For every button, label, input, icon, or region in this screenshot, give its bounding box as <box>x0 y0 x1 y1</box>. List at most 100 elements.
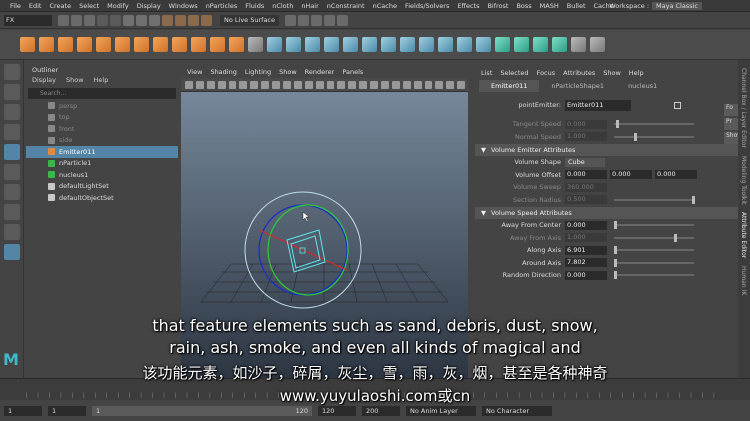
volume-offset-z-field[interactable]: 0.000 <box>655 170 697 180</box>
normal-speed-slider[interactable] <box>614 132 694 141</box>
field-turbulence-icon[interactable] <box>438 37 453 52</box>
outliner-item[interactable]: Emitter011 <box>26 146 178 158</box>
current-start-field[interactable]: 1 <box>48 406 86 416</box>
select-hierarchy-icon[interactable] <box>123 15 134 26</box>
tab-nucleus1[interactable]: nucleus1 <box>616 80 669 92</box>
viewport-tool-icon[interactable] <box>250 80 259 89</box>
viewport-menu-view[interactable]: View <box>187 68 202 76</box>
ae-menu-attributes[interactable]: Attributes <box>563 69 595 77</box>
emitter-icon[interactable] <box>39 37 54 52</box>
ae-focus-button[interactable]: Fo <box>724 104 738 116</box>
outliner-item[interactable]: top <box>26 112 178 124</box>
construction-history-icon[interactable] <box>285 15 297 26</box>
select-component-icon[interactable] <box>149 15 160 26</box>
quick-layout-four-icon[interactable] <box>3 224 20 240</box>
fill-object-icon[interactable] <box>58 37 73 52</box>
ae-menu-focus[interactable]: Focus <box>537 69 556 77</box>
tab-nparticleshape1[interactable]: nParticleShape1 <box>539 80 616 92</box>
volume-speed-section-header[interactable]: ▼ Volume Speed Attributes <box>475 207 750 219</box>
cache-create-icon[interactable] <box>571 37 586 52</box>
select-tool-icon[interactable] <box>3 64 20 80</box>
ae-show-button[interactable]: Show <box>724 132 742 144</box>
menu-item-edit[interactable]: Edit <box>29 2 42 10</box>
render-settings-icon[interactable] <box>337 15 349 26</box>
tangent-speed-slider[interactable] <box>614 120 694 129</box>
outliner-menu-help[interactable]: Help <box>94 76 109 87</box>
outliner-item[interactable]: defaultObjectSet <box>26 192 178 204</box>
snap-grid-icon[interactable] <box>162 15 173 26</box>
menu-item-effects[interactable]: Effects <box>457 2 479 10</box>
viewport-menu-shading[interactable]: Shading <box>210 68 236 76</box>
pond-icon[interactable] <box>191 37 206 52</box>
menu-item-ncache[interactable]: nCache <box>373 2 397 10</box>
animation-end-field[interactable]: 200 <box>362 406 400 416</box>
character-set-dropdown[interactable]: No Character <box>482 406 552 416</box>
viewport-tool-icon[interactable] <box>348 80 357 89</box>
viewport-tool-icon[interactable] <box>446 80 455 89</box>
volume-offset-x-field[interactable]: 0.000 <box>565 170 607 180</box>
save-scene-icon[interactable] <box>84 15 95 26</box>
outliner-item[interactable]: nParticle1 <box>26 158 178 170</box>
viewport-menu-lighting[interactable]: Lighting <box>245 68 271 76</box>
viewport-tool-icon[interactable] <box>239 80 248 89</box>
volume-speed-slider[interactable] <box>614 271 694 280</box>
svg-icon[interactable] <box>229 37 244 52</box>
range-slider[interactable]: 1 120 <box>92 406 312 416</box>
menu-item-boss[interactable]: Boss <box>516 2 531 10</box>
live-surface-field[interactable]: No Live Surface <box>220 15 280 26</box>
bullet-solver-icon[interactable] <box>552 37 567 52</box>
menu-set-dropdown[interactable]: FX <box>4 15 52 26</box>
paint-select-icon[interactable] <box>3 104 20 120</box>
menu-item-mash[interactable]: MASH <box>540 2 559 10</box>
volume-speed-field[interactable]: 7.802 <box>565 258 607 268</box>
cache-delete-icon[interactable] <box>590 37 605 52</box>
viewport-tool-icon[interactable] <box>413 80 422 89</box>
tab-modeling-toolkit[interactable]: Modeling Toolkit <box>740 156 747 204</box>
text-icon[interactable] <box>210 37 225 52</box>
passive-collider-icon[interactable] <box>286 37 301 52</box>
fluid-container-icon[interactable] <box>134 37 149 52</box>
ae-menu-show[interactable]: Show <box>603 69 621 77</box>
ae-presets-button[interactable]: Pr <box>724 118 738 130</box>
field-air-icon[interactable] <box>343 37 358 52</box>
viewport-tool-icon[interactable] <box>402 80 411 89</box>
viewport-menu-renderer[interactable]: Renderer <box>305 68 335 76</box>
viewport-tool-icon[interactable] <box>206 80 215 89</box>
start-time-field[interactable]: 1 <box>4 406 42 416</box>
quick-layout-outliner-icon[interactable] <box>3 244 20 260</box>
menu-item-modify[interactable]: Modify <box>107 2 129 10</box>
viewport-tool-icon[interactable] <box>370 80 379 89</box>
tab-emitter011[interactable]: Emitter011 <box>479 80 540 92</box>
menu-item-select[interactable]: Select <box>79 2 99 10</box>
viewport-tool-icon[interactable] <box>424 80 433 89</box>
bullet-constraint-icon[interactable] <box>533 37 548 52</box>
tab-attribute-editor[interactable]: Attribute Editor <box>740 212 747 258</box>
outliner-menu-show[interactable]: Show <box>66 76 84 87</box>
outliner-item[interactable]: persp <box>26 100 178 112</box>
viewport-tool-icon[interactable] <box>283 80 291 89</box>
new-scene-icon[interactable] <box>58 15 69 26</box>
focus-icon[interactable] <box>674 101 681 109</box>
field-gravity-icon[interactable] <box>381 37 396 52</box>
field-vortex-icon[interactable] <box>457 37 472 52</box>
render-current-icon[interactable] <box>311 15 323 26</box>
viewport-scene[interactable] <box>181 92 468 378</box>
workspace-selector[interactable]: Workspace : Maya Classic <box>609 1 702 11</box>
volume-speed-slider[interactable] <box>614 221 694 230</box>
goal-icon[interactable] <box>77 37 92 52</box>
outliner-item[interactable]: front <box>26 123 178 135</box>
workspace-value[interactable]: Maya Classic <box>652 2 702 10</box>
ae-menu-selected[interactable]: Selected <box>500 69 528 77</box>
menu-item-windows[interactable]: Windows <box>169 2 198 10</box>
playback-end-field[interactable]: 120 <box>318 406 356 416</box>
tab-channel-box[interactable]: Channel Box / Layer Editor <box>740 68 747 148</box>
menu-item-display[interactable]: Display <box>137 2 161 10</box>
menu-item-nconstraint[interactable]: nConstraint <box>327 2 365 10</box>
emitter-name-field[interactable]: Emitter011 <box>565 99 631 111</box>
menu-item-bullet[interactable]: Bullet <box>567 2 586 10</box>
snap-curve-icon[interactable] <box>175 15 186 26</box>
viewport-menu-show[interactable]: Show <box>279 68 297 76</box>
viewport-tool-icon[interactable] <box>185 80 193 89</box>
viewport-menu-panels[interactable]: Panels <box>342 68 363 76</box>
viewport-tool-icon[interactable] <box>435 80 444 89</box>
